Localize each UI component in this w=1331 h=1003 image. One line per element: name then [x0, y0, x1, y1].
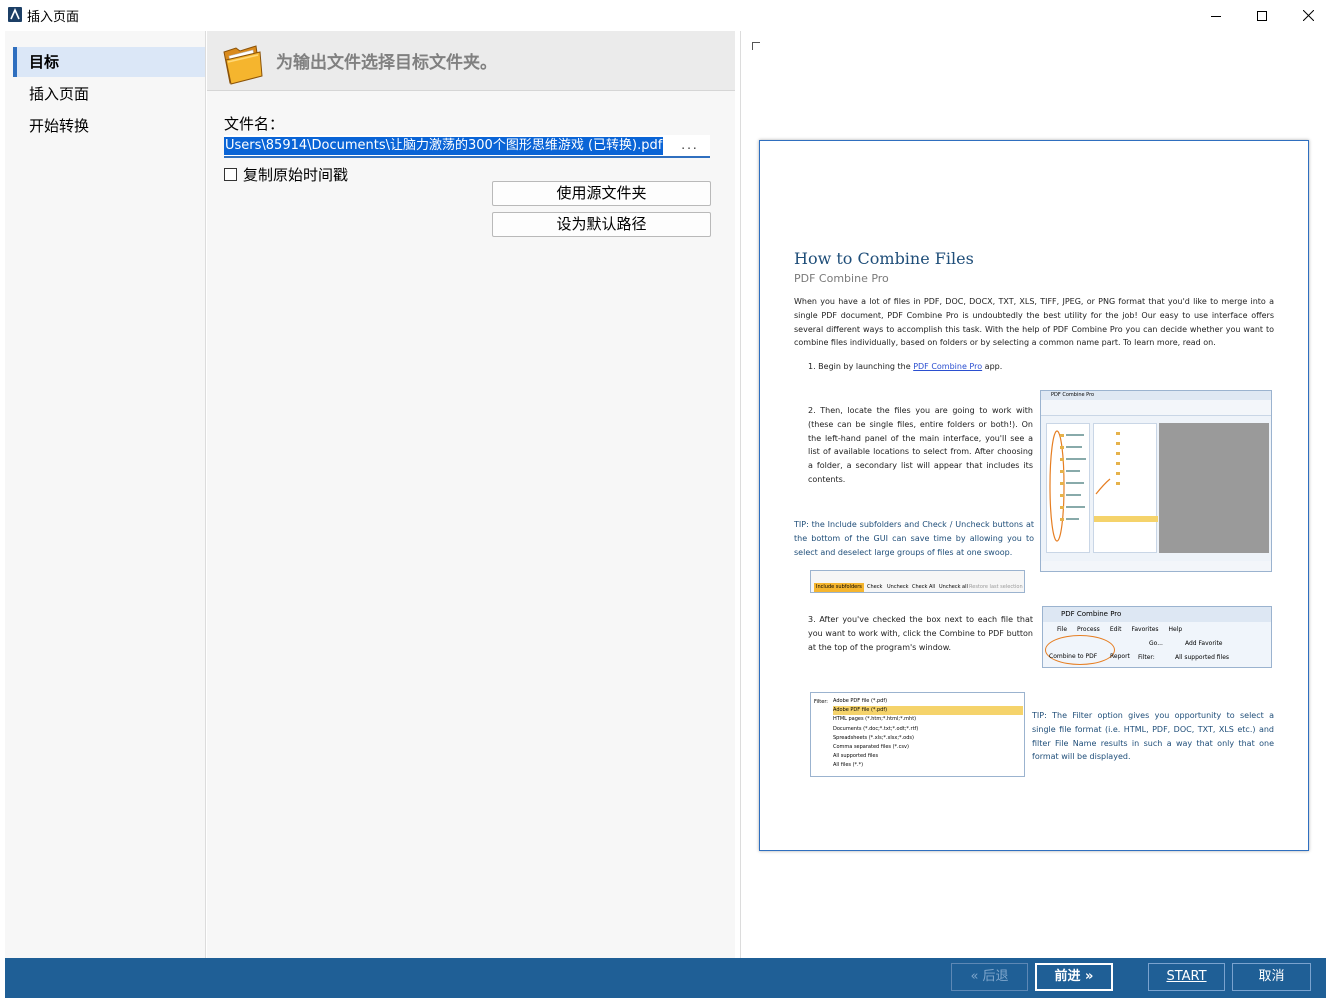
shot1-tree: [1046, 423, 1090, 553]
shot2-highlight: [1045, 635, 1115, 665]
minimize-icon: [1211, 15, 1221, 17]
maximize-button[interactable]: [1239, 0, 1285, 31]
shot3-item: Adobe PDF file (*.pdf): [833, 706, 1023, 716]
shot2-filter-label: Filter:: [1138, 654, 1155, 661]
window-title: 插入页面: [27, 10, 80, 25]
shot2-menu-item: Help: [1168, 626, 1183, 633]
doc-intro: When you have a lot of files in PDF, DOC…: [794, 297, 1274, 348]
maximize-icon: [1257, 10, 1267, 21]
shot3-filter-label: Filter:: [814, 699, 828, 705]
step1-suffix: app.: [984, 362, 1003, 371]
shot2-menu-item: File: [1057, 626, 1068, 633]
shot4-item: Uncheck: [887, 584, 909, 590]
shot3-item: All files (*.*): [833, 762, 864, 769]
shot3-item: Comma separated files (*.csv): [833, 744, 909, 751]
shot3-item: Adobe PDF file (*.pdf): [833, 698, 888, 704]
doc-title: How to Combine Files: [794, 249, 974, 268]
shot3-item: Spreadsheets (*.xls;*.xlsx;*.ods): [833, 734, 914, 741]
next-button[interactable]: 前进 »: [1035, 963, 1113, 991]
wizard-nav: 目标 插入页面 开始转换: [5, 31, 206, 958]
keep-timestamp-option[interactable]: 复制原始时间戳: [224, 164, 348, 184]
shot2-title: PDF Combine Pro: [1043, 607, 1271, 622]
shot2-go-label: Go...: [1149, 640, 1163, 647]
doc-step-3: 3. After you've checked the box next to …: [808, 615, 1033, 652]
use-source-folder-button[interactable]: 使用源文件夹: [492, 181, 711, 206]
shot2-menu-item: Favorites: [1131, 626, 1159, 633]
shot2-menu-item: Process: [1077, 626, 1100, 633]
shot3-list: Adobe PDF file (*.pdf) Adobe PDF file (*…: [833, 697, 1023, 771]
doc-step-2: 2. Then, locate the files you are going …: [808, 406, 1033, 484]
screenshot-combine-button: PDF Combine Pro File Process Edit Favori…: [1042, 606, 1272, 668]
folder-icon: [220, 40, 266, 90]
app-logo-icon: [8, 7, 22, 22]
filename-input[interactable]: Users\85914\Documents\让脑力激荡的300个图形思维游戏 (…: [224, 135, 710, 158]
screenshot-check-buttons: Include subfolders Check Uncheck Check A…: [810, 570, 1025, 593]
title-bar: 插入页面: [0, 0, 1331, 31]
step1-link[interactable]: PDF Combine Pro: [913, 362, 982, 371]
doc-tip-1: TIP: the Include subfolders and Check / …: [794, 520, 1034, 557]
preview-page: How to Combine Files PDF Combine Pro Whe…: [759, 140, 1309, 851]
step1-text: 1. Begin by launching the: [808, 362, 911, 371]
browse-button[interactable]: ...: [672, 137, 708, 155]
screenshot-file-browser: PDF Combine Pro: [1040, 390, 1272, 572]
back-button[interactable]: « 后退: [951, 963, 1028, 991]
keep-timestamp-label: 复制原始时间戳: [243, 165, 349, 184]
nav-item-insert-pages[interactable]: 插入页面: [13, 79, 205, 109]
shot4-item: Restore last selection: [969, 584, 1023, 590]
doc-subtitle: PDF Combine Pro: [794, 272, 889, 285]
shot1-title: PDF Combine Pro: [1041, 391, 1271, 400]
shot4-item: Include subfolders: [814, 583, 864, 592]
shot1-preview-area: [1159, 423, 1269, 553]
nav-item-start-conversion[interactable]: 开始转换: [13, 111, 205, 141]
nav-item-target[interactable]: 目标: [13, 47, 205, 77]
close-button[interactable]: [1285, 0, 1331, 31]
target-panel: 为输出文件选择目标文件夹。 文件名： Users\85914\Documents…: [207, 31, 735, 958]
screenshot-filter-dropdown: Filter: Adobe PDF file (*.pdf) Adobe PDF…: [810, 692, 1025, 777]
document-preview[interactable]: How to Combine Files PDF Combine Pro Whe…: [740, 31, 1326, 958]
shot2-combine-label: Combine to PDF: [1049, 653, 1098, 660]
corner-marker: [752, 42, 760, 50]
start-button[interactable]: START: [1148, 963, 1225, 991]
minimize-button[interactable]: [1193, 0, 1239, 31]
shot3-item: All supported files: [833, 753, 879, 760]
shot4-item: Uncheck all: [939, 584, 968, 590]
cancel-button[interactable]: 取消: [1232, 963, 1311, 991]
shot1-statusbar: [1041, 561, 1271, 571]
keep-timestamp-checkbox[interactable]: [224, 167, 237, 181]
shot2-favorite-label: Add Favorite: [1185, 640, 1223, 647]
shot2-report-label: Report: [1110, 653, 1130, 660]
shot3-item: Documents (*.doc;*.txt;*.odt;*.rtf): [833, 725, 919, 732]
shot1-toolbar: [1041, 400, 1271, 416]
set-default-path-button[interactable]: 设为默认路径: [492, 212, 711, 237]
doc-tip-2: TIP: The Filter option gives you opportu…: [1032, 711, 1274, 762]
shot2-menu: File Process Edit Favorites Help: [1057, 626, 1182, 633]
shot4-item: Check: [867, 584, 883, 590]
shot2-menu-item: Edit: [1109, 626, 1122, 633]
doc-step-1: 1. Begin by launching the PDF Combine Pr…: [808, 360, 1048, 374]
shot2-filter-value: All supported files: [1175, 654, 1230, 661]
filename-label: 文件名：: [224, 115, 285, 133]
panel-header: 为输出文件选择目标文件夹。: [207, 31, 735, 91]
shot1-file-list: [1093, 423, 1158, 553]
panel-header-title: 为输出文件选择目标文件夹。: [276, 53, 497, 73]
filename-value[interactable]: Users\85914\Documents\让脑力激荡的300个图形思维游戏 (…: [224, 137, 664, 155]
shot3-item: HTML pages (*.htm;*.html;*.mht): [833, 716, 917, 723]
close-icon: [1302, 10, 1314, 21]
wizard-footer: « 后退 前进 » START 取消: [5, 958, 1326, 998]
shot4-item: Check All: [912, 584, 936, 590]
